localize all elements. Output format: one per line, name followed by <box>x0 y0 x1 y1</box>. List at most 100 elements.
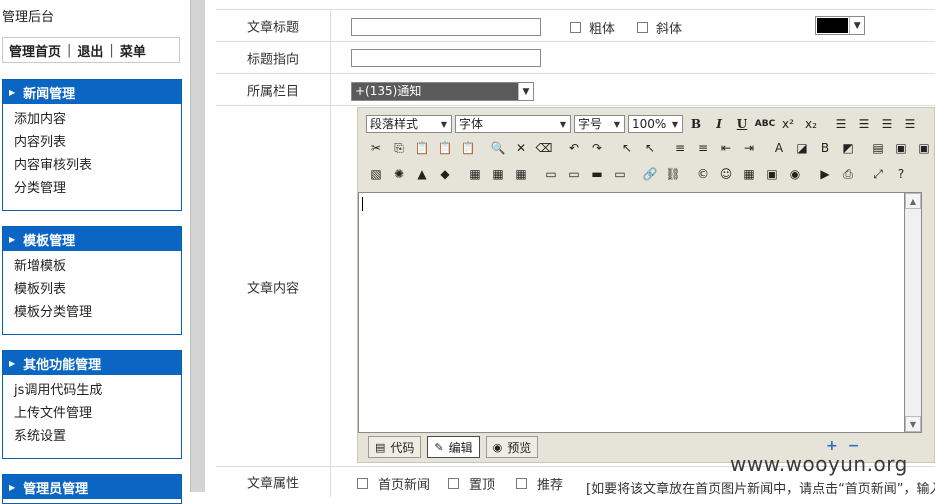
admin-menu-header[interactable]: ▶ 管理员管理 <box>3 475 181 499</box>
bold-option[interactable]: 粗体 <box>570 18 615 37</box>
menu-item-content-list[interactable]: 内容列表 <box>3 131 181 154</box>
insert-flash-icon[interactable]: ✺ <box>389 164 409 184</box>
zoom-select[interactable]: 100% ▼ <box>628 115 683 133</box>
insert-marquee-icon[interactable]: ▭ <box>564 164 584 184</box>
copy-icon[interactable]: ⎘ <box>389 138 409 158</box>
mode-tab-edit[interactable]: ✎ 编辑 <box>427 436 480 458</box>
menu-item-content-review[interactable]: 内容审核列表 <box>3 154 181 177</box>
insert-form-icon[interactable]: ▭ <box>610 164 630 184</box>
editor-content-area[interactable] <box>358 192 905 433</box>
align-left-icon[interactable]: ☰ <box>831 114 851 134</box>
recommend-checkbox[interactable] <box>516 478 527 489</box>
scroll-up-icon[interactable]: ▲ <box>905 193 921 209</box>
editor-scrollbar[interactable]: ▲ ▼ <box>905 192 922 433</box>
layer-icon[interactable]: ▤ <box>868 138 888 158</box>
find-icon[interactable]: 🔍 <box>488 138 508 158</box>
menu-item-category[interactable]: 分类管理 <box>3 177 181 200</box>
table-properties-icon[interactable]: ▦ <box>488 164 508 184</box>
menu-item-template-category[interactable]: 模板分类管理 <box>3 301 181 324</box>
insert-table-icon[interactable]: ▦ <box>465 164 485 184</box>
align-center-icon[interactable]: ☰ <box>854 114 874 134</box>
menu-item-system-settings[interactable]: 系统设置 <box>3 425 181 448</box>
logout-link[interactable]: 退出 <box>77 41 103 60</box>
paragraph-style-select[interactable]: 段落样式 ▼ <box>366 115 452 133</box>
other-menu-header[interactable]: ▶ 其他功能管理 <box>3 351 181 375</box>
italic-button[interactable]: I <box>709 114 729 134</box>
eraser-icon[interactable]: ⌫ <box>534 138 554 158</box>
title-input[interactable] <box>351 18 541 36</box>
menu-link[interactable]: 菜单 <box>120 41 146 60</box>
unordered-list-icon[interactable]: ≡ <box>693 138 713 158</box>
paste-word-icon[interactable]: 📋 <box>458 138 478 158</box>
paste-icon[interactable]: 📋 <box>412 138 432 158</box>
pin-top-checkbox[interactable] <box>448 478 459 489</box>
align-right-icon[interactable]: ☰ <box>877 114 897 134</box>
insert-frame-icon[interactable]: ▭ <box>541 164 561 184</box>
mode-tab-code[interactable]: ▤ 代码 <box>368 436 422 458</box>
homepage-news-option[interactable]: 首页新闻 <box>357 474 430 493</box>
undo-icon[interactable]: ↶ <box>564 138 584 158</box>
create-link-icon[interactable]: 🔗 <box>640 164 660 184</box>
remove-link-icon[interactable]: ⛓ <box>663 164 683 184</box>
align-justify-icon[interactable]: ☰ <box>900 114 920 134</box>
template-menu-header[interactable]: ▶ 模板管理 <box>3 227 181 251</box>
superscript-button[interactable]: x² <box>778 114 798 134</box>
menu-item-add-content[interactable]: 添加内容 <box>3 108 181 131</box>
bold-checkbox[interactable] <box>570 22 581 33</box>
menu-item-js-code[interactable]: js调用代码生成 <box>3 379 181 402</box>
text-caret <box>362 197 363 211</box>
menu-item-upload-files[interactable]: 上传文件管理 <box>3 402 181 425</box>
help-icon[interactable]: ? <box>891 164 911 184</box>
ordered-list-icon[interactable]: ≡ <box>670 138 690 158</box>
insert-media-icon[interactable]: ▲ <box>412 164 432 184</box>
page-break-icon[interactable]: ▶ <box>815 164 835 184</box>
redo-icon[interactable]: ↷ <box>587 138 607 158</box>
remove-format-icon[interactable]: ◩ <box>838 138 858 158</box>
underline-button[interactable]: U <box>732 114 752 134</box>
sticky-note-icon[interactable]: ▣ <box>891 138 911 158</box>
font-size-select[interactable]: 字号 ▼ <box>574 115 625 133</box>
block-color-icon[interactable]: B <box>815 138 835 158</box>
subscript-button[interactable]: x₂ <box>801 114 821 134</box>
horizontal-rule-icon[interactable]: ▬ <box>587 164 607 184</box>
insert-special-char-icon[interactable]: © <box>693 164 713 184</box>
print-icon[interactable]: ⎙ <box>838 164 858 184</box>
italic-option[interactable]: 斜体 <box>637 18 682 37</box>
cell-properties-icon[interactable]: ▦ <box>511 164 531 184</box>
homepage-news-checkbox[interactable] <box>357 478 368 489</box>
scroll-down-icon[interactable]: ▼ <box>905 416 921 432</box>
recommend-option[interactable]: 推荐 <box>516 474 563 493</box>
delete-icon[interactable]: ✕ <box>511 138 531 158</box>
frame-divider[interactable] <box>190 0 205 492</box>
pin-top-option[interactable]: 置顶 <box>448 474 495 493</box>
insert-date-icon[interactable]: ▣ <box>762 164 782 184</box>
outdent-icon[interactable]: ⇤ <box>716 138 736 158</box>
sticky-notes-icon[interactable]: ▣ <box>914 138 934 158</box>
title-color-select[interactable]: ▼ <box>815 16 865 35</box>
indent-icon[interactable]: ⇥ <box>739 138 759 158</box>
insert-file-icon[interactable]: ◆ <box>435 164 455 184</box>
font-color-icon[interactable]: A <box>769 138 789 158</box>
bg-color-icon[interactable]: ◪ <box>792 138 812 158</box>
bold-button[interactable]: B <box>686 114 706 134</box>
cut-icon[interactable]: ✂ <box>366 138 386 158</box>
news-menu-header[interactable]: ▶ 新闻管理 <box>3 80 181 104</box>
select-icon[interactable]: ↖ <box>617 138 637 158</box>
insert-time-icon[interactable]: ◉ <box>785 164 805 184</box>
menu-item-template-list[interactable]: 模板列表 <box>3 278 181 301</box>
insert-image-icon[interactable]: ▧ <box>366 164 386 184</box>
redirect-input[interactable] <box>351 49 541 67</box>
insert-emoticon-icon[interactable]: ☺ <box>716 164 736 184</box>
home-link[interactable]: 管理首页 <box>9 41 61 60</box>
category-select[interactable]: +(135)通知 ▼ <box>351 82 534 101</box>
admin-menu-title: 管理员管理 <box>23 481 89 497</box>
insert-excel-icon[interactable]: ▦ <box>739 164 759 184</box>
paste-text-icon[interactable]: 📋 <box>435 138 455 158</box>
italic-checkbox[interactable] <box>637 22 648 33</box>
absolute-position-icon[interactable]: ↖ <box>640 138 660 158</box>
mode-tab-preview[interactable]: ◉ 预览 <box>485 436 539 458</box>
strikethrough-button[interactable]: ABC <box>755 114 775 134</box>
font-select[interactable]: 字体 ▼ <box>455 115 571 133</box>
menu-item-new-template[interactable]: 新增模板 <box>3 255 181 278</box>
maximize-icon[interactable]: ⤢ <box>868 164 888 184</box>
